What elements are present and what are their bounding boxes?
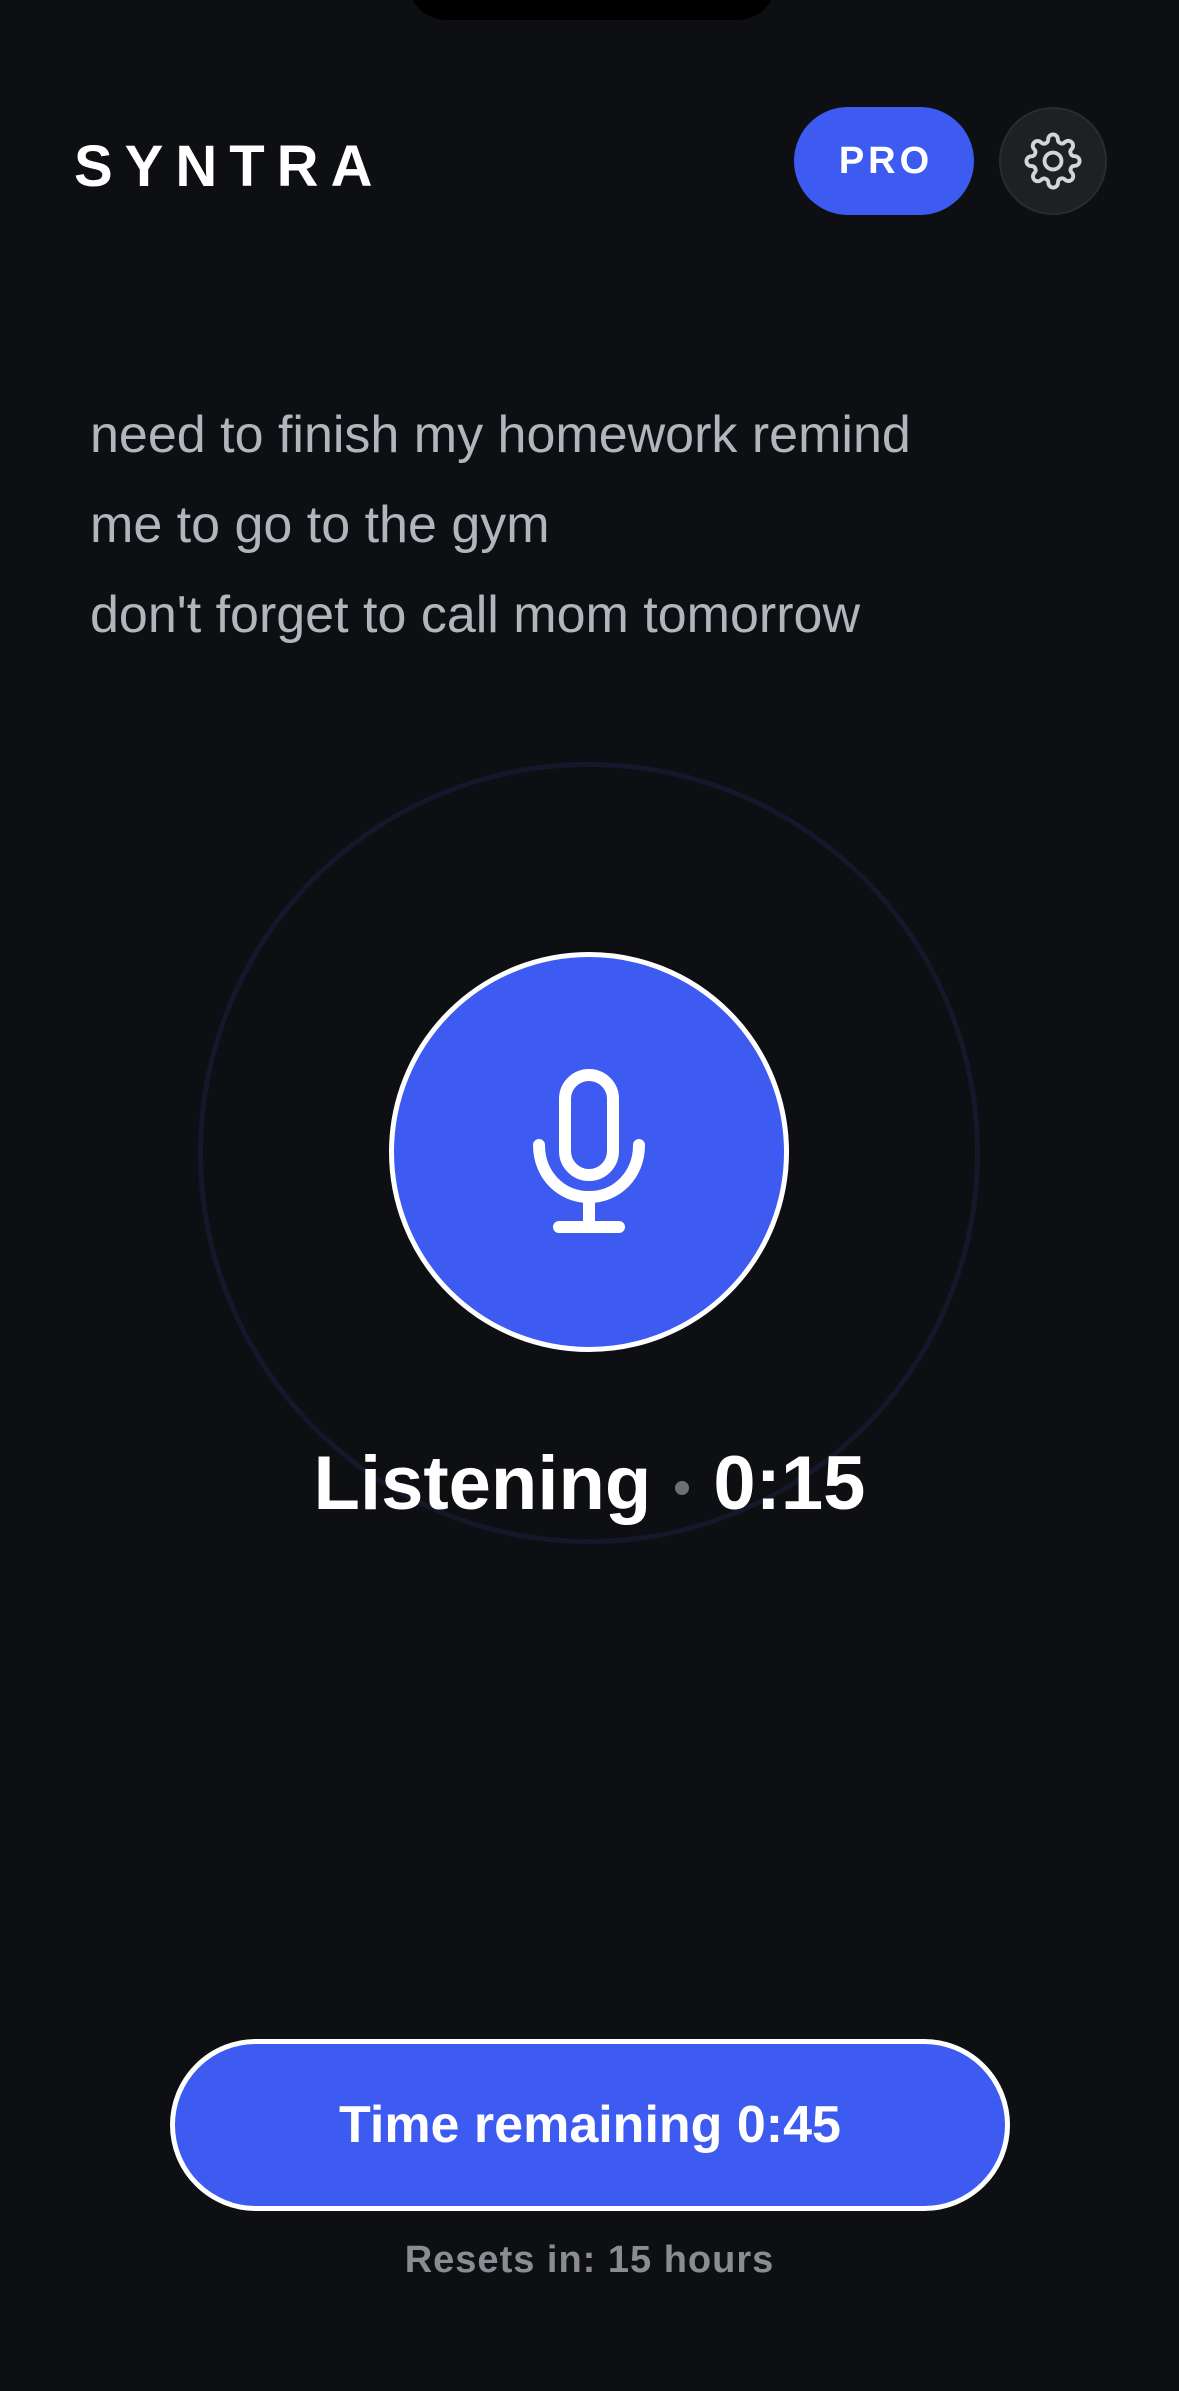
microphone-icon [533, 1069, 645, 1233]
app-logo: SYNTRA [74, 134, 385, 199]
settings-button[interactable] [999, 107, 1107, 215]
gear-icon [1024, 132, 1082, 190]
pro-button[interactable]: PRO [794, 107, 974, 215]
recording-status: Listening 0:15 [0, 1436, 1179, 1532]
time-remaining-button[interactable]: Time remaining 0:45 [170, 2039, 1010, 2211]
record-button[interactable] [389, 952, 789, 1352]
reset-info: Resets in: 15 hours [404, 2239, 775, 2281]
elapsed-time: 0:15 [713, 1441, 866, 1526]
transcript: need to finish my homework remind me to … [90, 390, 1090, 660]
transcript-line: need to finish my homework remind [90, 406, 911, 464]
status-label: Listening [313, 1441, 652, 1526]
device-notch [407, 0, 777, 20]
transcript-line: me to go to the gym [90, 496, 550, 554]
transcript-line: don't forget to call mom tomorrow [90, 586, 860, 644]
separator-dot [675, 1481, 690, 1495]
